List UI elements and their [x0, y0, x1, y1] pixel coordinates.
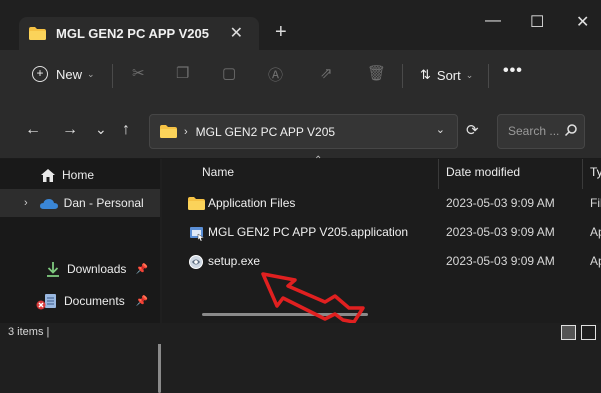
home-icon: [41, 168, 55, 182]
file-row-setup-exe[interactable]: setup.exe 2023-05-03 9:09 AM Ap: [162, 248, 601, 276]
file-date: 2023-05-03 9:09 AM: [446, 225, 555, 239]
file-row-application-manifest[interactable]: MGL GEN2 PC APP V205.application 2023-05…: [162, 219, 601, 247]
pin-icon: 📌: [135, 295, 148, 307]
sort-button-label: Sort: [436, 67, 461, 83]
sidebar-item-label: Documents: [64, 294, 125, 308]
title-bar: MGL GEN2 PC APP V205 ✕ + — ☐ ✕: [0, 0, 601, 50]
file-date: 2023-05-03 9:09 AM: [446, 254, 555, 268]
toolbar-divider: [402, 64, 403, 88]
file-type: Ap: [590, 254, 601, 268]
forward-button[interactable]: →: [62, 121, 78, 139]
plus-circle-icon: +: [32, 66, 48, 82]
item-count: 3 items |: [8, 326, 50, 338]
file-list: ⌃ Name Date modified Ty Application File…: [162, 155, 601, 323]
delete-icon[interactable]: 🗑: [367, 64, 386, 82]
sort-button[interactable]: ⇅ Sort ⌄: [420, 67, 473, 83]
share-icon[interactable]: ⇗: [320, 64, 333, 82]
search-icon: [564, 124, 577, 137]
minimize-button[interactable]: —: [485, 12, 501, 30]
refresh-button[interactable]: ⟳: [466, 121, 479, 139]
column-divider[interactable]: [582, 159, 583, 189]
column-header-type[interactable]: Ty: [590, 165, 601, 179]
details-view-button[interactable]: [561, 325, 576, 340]
status-bar: 3 items |: [0, 323, 601, 344]
navigation-pane: Home › Dan - Personal Downloads 📌 Docume…: [0, 159, 161, 393]
cut-icon[interactable]: ✂: [132, 64, 145, 82]
folder-icon: [29, 27, 46, 40]
copy-icon[interactable]: ❐: [176, 64, 189, 82]
address-bar[interactable]: › MGL GEN2 PC APP V205 ⌄: [149, 114, 458, 149]
tab-close-button[interactable]: ✕: [230, 23, 243, 43]
chevron-down-icon: ⌄: [87, 68, 95, 79]
search-placeholder: Search ...: [508, 124, 560, 138]
active-tab[interactable]: MGL GEN2 PC APP V205 ✕: [19, 17, 259, 50]
sidebar-item-label: Downloads: [67, 262, 127, 276]
new-button-label: New: [56, 66, 83, 82]
column-header-date-modified[interactable]: Date modified: [446, 165, 520, 179]
onedrive-icon: [39, 198, 58, 209]
close-window-button[interactable]: ✕: [576, 12, 589, 32]
address-path[interactable]: MGL GEN2 PC APP V205: [196, 125, 335, 139]
column-header-name[interactable]: Name: [202, 165, 234, 179]
chevron-down-icon: ⌄: [465, 69, 474, 80]
file-name: setup.exe: [208, 254, 261, 268]
toolbar-divider: [488, 64, 489, 88]
folder-icon: [188, 197, 205, 210]
more-options-button[interactable]: •••: [503, 62, 523, 80]
expand-chevron-icon[interactable]: ›: [24, 197, 28, 209]
tab-title: MGL GEN2 PC APP V205: [56, 26, 209, 41]
application-icon: [190, 227, 205, 241]
command-bar: + New ⌄ ✂ ❐ ▢ Ⓐ ⇗ 🗑 ⇅ Sort ⌄ •••: [0, 50, 601, 102]
setup-icon: [189, 255, 203, 269]
download-icon: [47, 262, 59, 277]
file-name: MGL GEN2 PC APP V205.application: [208, 225, 409, 239]
documents-icon: [36, 293, 56, 309]
rename-icon[interactable]: Ⓐ: [268, 64, 283, 85]
search-box[interactable]: Search ...: [497, 114, 585, 149]
new-tab-button[interactable]: +: [275, 21, 287, 44]
sidebar-item-downloads[interactable]: Downloads 📌: [0, 255, 160, 283]
sort-indicator-icon: ⌃: [314, 155, 323, 166]
tiles-view-button[interactable]: [581, 325, 596, 340]
address-dropdown-button[interactable]: ⌄: [436, 123, 445, 136]
folder-icon: [160, 125, 177, 138]
sidebar-item-onedrive-personal[interactable]: › Dan - Personal: [0, 189, 160, 217]
file-row-application-files[interactable]: Application Files 2023-05-03 9:09 AM Fil: [162, 190, 601, 218]
sidebar-item-label: Dan - Personal: [63, 196, 144, 210]
address-bar-row: ← → ⌄ ↑ › MGL GEN2 PC APP V205 ⌄ ⟳ Searc…: [0, 102, 601, 159]
pin-icon: 📌: [135, 263, 148, 275]
up-button[interactable]: ↑: [122, 121, 130, 139]
file-name: Application Files: [208, 196, 296, 210]
maximize-button[interactable]: ☐: [530, 12, 544, 32]
back-button[interactable]: ←: [25, 121, 41, 139]
sort-icon: ⇅: [420, 67, 431, 82]
breadcrumb-chevron-icon[interactable]: ›: [184, 126, 188, 138]
recent-locations-button[interactable]: ⌄: [95, 121, 107, 138]
column-divider[interactable]: [438, 159, 439, 189]
file-type: Ap: [590, 225, 601, 239]
file-type: Fil: [590, 196, 601, 210]
sidebar-item-home[interactable]: Home: [0, 161, 160, 189]
new-button[interactable]: + New ⌄: [32, 66, 95, 82]
sidebar-item-label: Home: [62, 168, 95, 182]
toolbar-divider: [112, 64, 113, 88]
file-date: 2023-05-03 9:09 AM: [446, 196, 555, 210]
sidebar-item-documents[interactable]: Documents 📌: [0, 287, 160, 315]
paste-icon[interactable]: ▢: [222, 64, 236, 82]
